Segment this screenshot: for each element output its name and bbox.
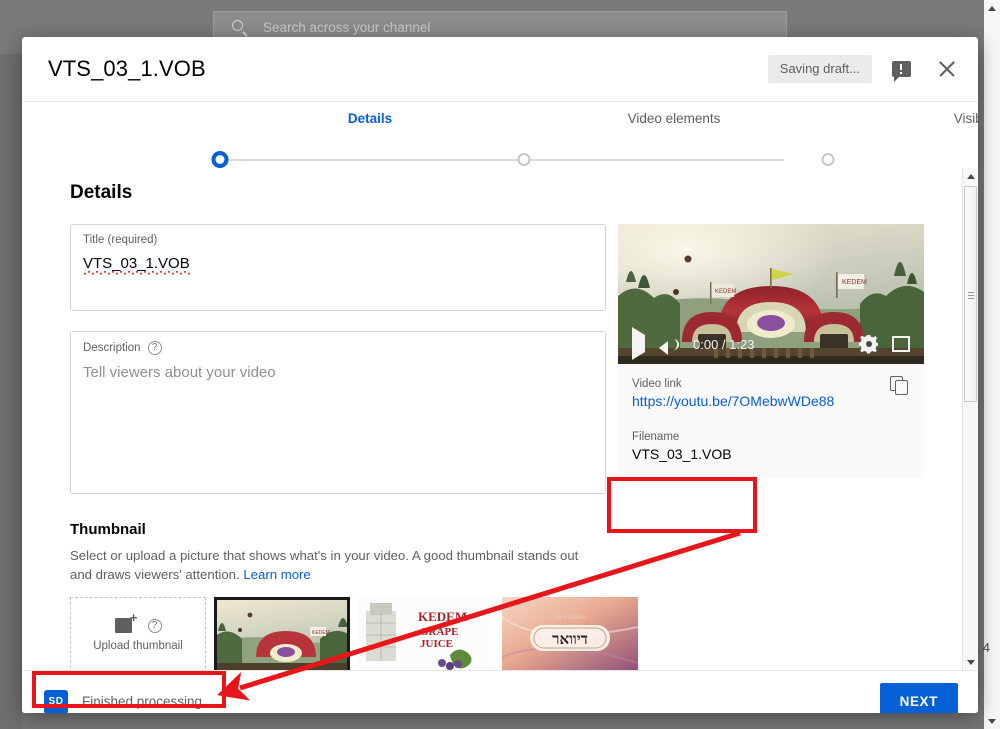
thumbnail-option-1-image: KEDEM — [214, 597, 350, 670]
thumbnail-description-text: Select or upload a picture that shows wh… — [70, 548, 579, 582]
dialog-scroll-up-arrow[interactable] — [963, 168, 978, 184]
play-button[interactable] — [632, 327, 645, 360]
video-preview-player[interactable]: KEDEM KEDEM 0:00 / 1:23 — [618, 224, 924, 364]
details-left-column: Title (required) VTS_03_1.VOB Descriptio… — [70, 224, 606, 494]
help-icon[interactable]: ? — [147, 341, 162, 355]
filename-label: Filename — [632, 431, 680, 443]
description-field[interactable]: Description ? Tell viewers about your vi… — [70, 331, 606, 494]
video-link-value[interactable]: https://youtu.be/7OMebwWDe88 — [632, 393, 908, 409]
step-dot-visibility[interactable] — [821, 153, 835, 166]
thumbnail-option-3-image: דיוואר the tradition — [502, 597, 638, 670]
page-scrollbar[interactable] — [984, 0, 1000, 729]
svg-text:KEDEM: KEDEM — [312, 630, 330, 636]
svg-text:the tradition: the tradition — [554, 615, 585, 621]
volume-button[interactable] — [659, 336, 679, 355]
close-icon — [937, 59, 957, 79]
player-controls: 0:00 / 1:23 — [618, 324, 924, 364]
background-digit: 4 — [982, 640, 990, 655]
step-label-details[interactable]: Details — [348, 111, 392, 126]
thumbnail-option-2[interactable]: KEDEM GRAPE JUICE — [358, 597, 494, 670]
settings-button[interactable] — [859, 335, 878, 354]
step-label-video-elements[interactable]: Video elements — [628, 111, 721, 126]
screen: Search across your channel 4 VTS_03_1.VO… — [0, 0, 1000, 729]
video-link-row: Video link https://youtu.be/7OMebwWDe88 — [632, 378, 908, 409]
dialog-footer: SD Finished processing NEXT — [22, 670, 978, 713]
stepper-labels: Details Video elements Visibility — [172, 102, 978, 136]
dialog-scroll-down-arrow[interactable] — [963, 654, 978, 670]
thumbnail-option-1[interactable]: KEDEM — [214, 597, 350, 670]
dialog-title: VTS_03_1.VOB — [48, 56, 206, 81]
description-placeholder: Tell viewers about your video — [83, 364, 276, 381]
svg-text:KEDEM: KEDEM — [842, 279, 867, 286]
upload-details-dialog: VTS_03_1.VOB Saving draft... Details Vid… — [22, 37, 978, 713]
thumbnail-option-3[interactable]: דיוואר the tradition — [502, 597, 638, 670]
title-text: VTS_03_1.VOB — [83, 255, 190, 275]
background-left-panel — [0, 54, 22, 729]
upload-stepper: Details Video elements Visibility — [22, 102, 978, 168]
step-label-visibility[interactable]: Visibility — [954, 111, 978, 126]
saving-status-badge: Saving draft... — [767, 55, 872, 83]
search-input-placeholder: Search across your channel — [263, 20, 431, 35]
details-columns: Title (required) VTS_03_1.VOB Descriptio… — [22, 224, 958, 494]
dialog-scrollbar[interactable] — [962, 168, 978, 670]
play-icon — [632, 327, 645, 360]
details-heading: Details — [70, 182, 133, 203]
thumbnail-description: Select or upload a picture that shows wh… — [70, 546, 590, 584]
thumbnail-heading: Thumbnail — [70, 521, 146, 538]
page-scroll-up-arrow[interactable] — [984, 0, 1000, 16]
stepper-track — [220, 159, 784, 161]
description-field-label: Description ? — [83, 341, 593, 355]
add-image-icon — [114, 610, 137, 633]
fullscreen-button[interactable] — [892, 336, 910, 352]
title-field[interactable]: Title (required) VTS_03_1.VOB — [70, 224, 606, 311]
thumbnail-option-2-image: KEDEM GRAPE JUICE — [358, 597, 494, 670]
thumbnail-section: Thumbnail Select or upload a picture tha… — [70, 521, 638, 670]
close-button[interactable] — [930, 52, 964, 86]
details-right-column: KEDEM KEDEM 0:00 / 1:23 Video link https… — [618, 224, 924, 494]
svg-text:דיוואר: דיוואר — [552, 632, 588, 648]
dialog-scroll-thumb[interactable] — [964, 186, 977, 402]
learn-more-link[interactable]: Learn more — [243, 567, 310, 582]
svg-text:GRAPE: GRAPE — [420, 626, 459, 638]
next-button[interactable]: NEXT — [879, 683, 958, 713]
description-label-text: Description — [83, 342, 141, 354]
svg-text:JUICE: JUICE — [420, 638, 453, 650]
filename-row: Filename VTS_03_1.VOB — [632, 431, 908, 462]
video-meta-panel: Video link https://youtu.be/7OMebwWDe88 … — [618, 364, 924, 478]
sd-quality-badge: SD — [44, 689, 68, 713]
step-dot-video-elements[interactable] — [517, 153, 531, 166]
step-dot-details[interactable] — [211, 151, 229, 168]
feedback-icon — [891, 61, 911, 82]
upload-thumbnail-icons: ? — [114, 610, 162, 633]
svg-text:KEDEM: KEDEM — [715, 289, 736, 295]
filename-value: VTS_03_1.VOB — [632, 446, 732, 462]
video-link-label: Video link — [632, 378, 682, 390]
thumbnail-options-row: ? Upload thumbnail — [70, 597, 638, 670]
svg-text:KEDEM: KEDEM — [418, 609, 467, 624]
title-field-label: Title (required) — [83, 234, 158, 246]
volume-icon — [669, 338, 679, 350]
title-field-value: VTS_03_1.VOB — [83, 255, 593, 272]
processing-status: SD Finished processing — [44, 689, 203, 713]
dialog-header: VTS_03_1.VOB Saving draft... — [22, 37, 978, 101]
dialog-scroll-content: Details Title (required) VTS_03_1.VOB De… — [22, 168, 958, 670]
thumbnail-help-icon[interactable]: ? — [147, 618, 162, 633]
page-scroll-down-arrow[interactable] — [984, 713, 1000, 729]
search-icon — [231, 19, 249, 37]
player-time: 0:00 / 1:23 — [693, 336, 755, 352]
feedback-button[interactable] — [884, 52, 918, 86]
upload-thumbnail-label: Upload thumbnail — [93, 640, 183, 652]
processing-status-text: Finished processing — [82, 694, 203, 709]
dialog-body: Details Title (required) VTS_03_1.VOB De… — [22, 168, 978, 670]
upload-thumbnail-button[interactable]: ? Upload thumbnail — [70, 597, 206, 670]
